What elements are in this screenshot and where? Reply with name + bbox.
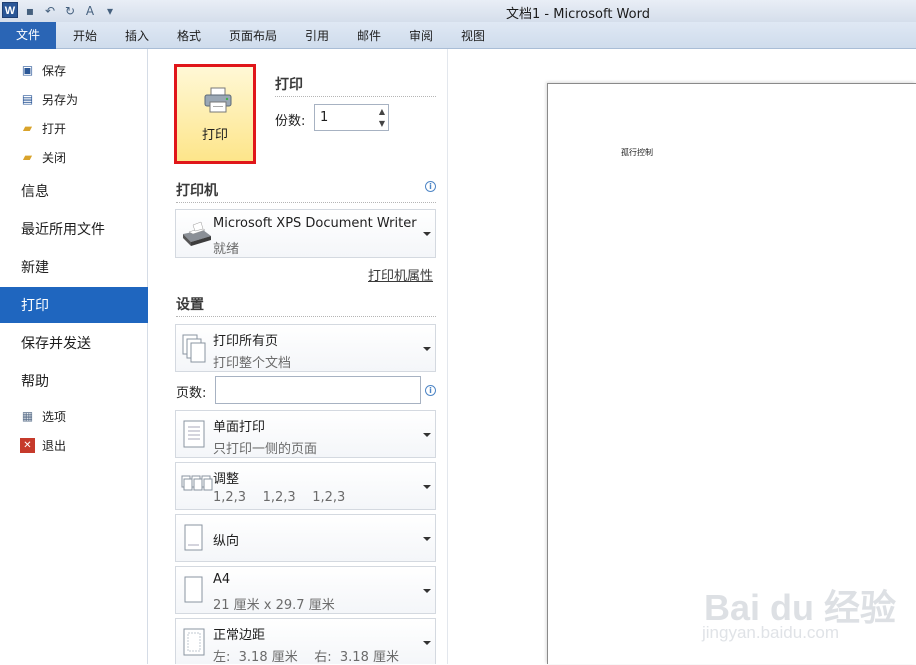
nav-save-as-label: 另存为	[42, 92, 79, 107]
nav-info[interactable]: 信息	[0, 173, 148, 209]
paper-size-main: A4	[213, 572, 231, 587]
tab-insert[interactable]: 插入	[125, 26, 149, 46]
tab-page-layout[interactable]: 页面布局	[229, 26, 277, 46]
printer-device-icon	[183, 221, 211, 246]
pages-icon	[182, 334, 206, 363]
chevron-down-icon	[423, 485, 431, 489]
nav-open[interactable]: ▰ 打开	[0, 115, 148, 141]
tab-format[interactable]: 格式	[177, 26, 201, 46]
exit-icon: ✕	[20, 437, 35, 453]
divider	[176, 202, 436, 203]
open-folder-icon: ▰	[22, 120, 33, 135]
chevron-down-icon	[423, 232, 431, 236]
copies-value: 1	[320, 110, 329, 125]
collate-dropdown[interactable]: 调整 1,2,3 1,2,3 1,2,3	[175, 462, 436, 510]
margins-main: 正常边距	[213, 628, 266, 643]
tab-mailings[interactable]: 邮件	[357, 26, 381, 46]
printer-name: Microsoft XPS Document Writer	[213, 216, 417, 231]
orientation-dropdown[interactable]: 纵向	[175, 514, 436, 562]
chevron-down-icon	[423, 589, 431, 593]
save-icon: ▣	[21, 62, 34, 77]
collate-sub: 1,2,3 1,2,3 1,2,3	[213, 490, 346, 505]
spin-up-icon[interactable]: ▲	[379, 107, 385, 116]
nav-close-label: 关闭	[42, 150, 67, 165]
chevron-down-icon	[423, 433, 431, 437]
paper-size-sub: 21 厘米 x 29.7 厘米	[213, 598, 335, 613]
paper-size-icon	[184, 576, 203, 603]
collate-icon	[181, 475, 213, 491]
info-icon[interactable]: i	[425, 385, 436, 396]
print-range-main: 打印所有页	[213, 334, 279, 349]
printer-section-title: 打印机	[176, 183, 218, 199]
chevron-down-icon	[423, 537, 431, 541]
tab-home[interactable]: 开始	[73, 26, 97, 46]
nav-save-as[interactable]: ▤ 另存为	[0, 86, 148, 112]
printer-properties-link[interactable]: 打印机属性	[368, 265, 433, 284]
nav-save-send[interactable]: 保存并发送	[0, 325, 148, 361]
tab-file[interactable]: 文件	[0, 22, 56, 49]
nav-options-label: 选项	[42, 409, 67, 424]
copies-spinner[interactable]: 1 ▲ ▼	[314, 104, 389, 131]
print-section-title: 打印	[275, 77, 303, 93]
printer-status: 就绪	[213, 242, 240, 257]
sides-dropdown[interactable]: 单面打印 只打印一侧的页面	[175, 410, 436, 458]
close-folder-icon: ▰	[22, 149, 33, 164]
info-icon[interactable]: i	[425, 181, 436, 192]
window-title: 文档1 - Microsoft Word	[506, 7, 650, 22]
tab-view[interactable]: 视图	[461, 26, 485, 46]
nav-new[interactable]: 新建	[0, 249, 148, 285]
sides-main: 单面打印	[213, 420, 266, 435]
preview-page-text: 孤行控制	[621, 148, 653, 157]
nav-options[interactable]: ▦ 选项	[0, 403, 148, 429]
margins-dropdown[interactable]: 正常边距 左: 3.18 厘米 右: 3.18 厘米	[175, 618, 436, 665]
tab-review[interactable]: 审阅	[409, 26, 433, 46]
title-bar: W ▪ ↶ ↻ A ▾ 文档1 - Microsoft Word	[0, 0, 916, 22]
settings-section-title: 设置	[176, 297, 204, 313]
paper-size-dropdown[interactable]: A4 21 厘米 x 29.7 厘米	[175, 566, 436, 614]
portrait-icon	[184, 524, 203, 551]
save-as-icon: ▤	[21, 91, 34, 106]
print-button-label: 打印	[201, 128, 228, 143]
printer-dropdown[interactable]: Microsoft XPS Document Writer 就绪	[175, 209, 436, 258]
margins-sub: 左: 3.18 厘米 右: 3.18 厘米	[213, 650, 399, 665]
backstage-nav: ▣ 保存 ▤ 另存为 ▰ 打开 ▰ 关闭 信息 最近所用文件 新建 打印 保存并…	[0, 49, 157, 664]
nav-help[interactable]: 帮助	[0, 363, 148, 399]
spin-down-icon[interactable]: ▼	[379, 119, 385, 128]
baidu-jingyan-watermark: Bai du 经验 jingyan.baidu.com	[700, 565, 900, 655]
nav-save-label: 保存	[42, 63, 67, 78]
orientation-main: 纵向	[213, 534, 240, 549]
print-button[interactable]: 打印	[174, 64, 256, 164]
printer-icon	[204, 87, 232, 113]
pages-input[interactable]	[215, 376, 421, 404]
collate-main: 调整	[213, 472, 240, 487]
ribbon-tabs: 文件 开始 插入 格式 页面布局 引用 邮件 审阅 视图	[0, 22, 916, 49]
tab-references[interactable]: 引用	[305, 26, 329, 46]
nav-save[interactable]: ▣ 保存	[0, 57, 148, 83]
one-sided-icon	[183, 420, 205, 448]
nav-exit-label: 退出	[42, 438, 67, 453]
nav-close[interactable]: ▰ 关闭	[0, 144, 148, 170]
nav-recent[interactable]: 最近所用文件	[0, 211, 148, 247]
sides-sub: 只打印一侧的页面	[213, 442, 318, 457]
pages-label: 页数:	[176, 386, 207, 401]
divider	[275, 96, 436, 97]
options-icon: ▦	[21, 408, 34, 423]
chevron-down-icon	[423, 641, 431, 645]
chevron-down-icon	[423, 347, 431, 351]
nav-print[interactable]: 打印	[0, 287, 157, 323]
copies-label: 份数:	[275, 114, 306, 129]
print-range-sub: 打印整个文档	[213, 356, 292, 371]
nav-open-label: 打开	[42, 121, 67, 136]
divider	[176, 316, 436, 317]
nav-exit[interactable]: ✕ 退出	[0, 432, 148, 458]
margins-icon	[183, 628, 205, 656]
watermark-url: jingyan.baidu.com	[702, 623, 840, 642]
print-range-dropdown[interactable]: 打印所有页 打印整个文档	[175, 324, 436, 372]
